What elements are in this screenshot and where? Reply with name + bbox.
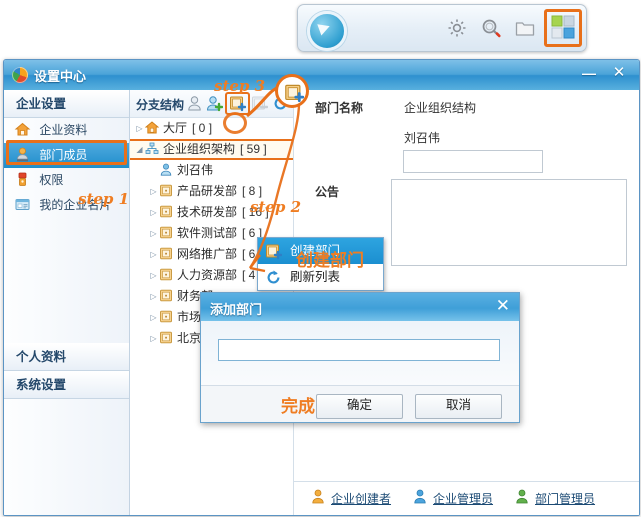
dept-icon: [159, 288, 173, 302]
dialog-close-button[interactable]: ✕: [496, 296, 510, 316]
window-titlebar: 设置中心 — ✕: [4, 60, 639, 91]
add-department-icon: [285, 84, 304, 103]
user-icon[interactable]: [186, 95, 203, 112]
tree-expander-icon[interactable]: ▷: [148, 307, 159, 328]
tree-node-label: 技术研发部: [177, 205, 238, 219]
floating-app-toolbar: [297, 4, 587, 52]
dialog-footer: 确定 取消: [201, 386, 519, 422]
add-department-dialog: 添加部门 ✕ 确定 取消: [200, 292, 520, 423]
context-menu-item-label: 刷新列表: [290, 270, 341, 284]
sidebar: 企业设置 企业资料 部门成员 权限 我的企业名片 个人资料 系统设置: [4, 90, 130, 515]
dept-owner-value: 刘召伟: [404, 131, 441, 145]
legend-label-dept-admin[interactable]: 部门管理员: [535, 490, 595, 507]
dept-name-label: 部门名称: [315, 101, 364, 115]
dept-name-value: 企业组织结构: [404, 101, 477, 115]
person-orange-icon: [312, 489, 324, 504]
notice-textarea[interactable]: [391, 179, 627, 266]
tree-panel-title: 分支结构: [136, 98, 185, 112]
tree-expander-icon[interactable]: ▷: [148, 181, 159, 202]
page-title: 设置中心: [34, 69, 87, 84]
tree-expander-icon[interactable]: ▷: [134, 118, 145, 139]
sidebar-group-header-enterprise: 企业设置: [4, 90, 129, 118]
person-blue-icon: [414, 489, 426, 504]
home-icon: [14, 121, 31, 136]
tree-node-label: 产品研发部: [177, 184, 238, 198]
dept-icon: [159, 330, 173, 344]
tree-selected-highlight: [130, 139, 293, 160]
add-department-icon: [266, 244, 282, 260]
tree-node[interactable]: 刘召伟: [130, 160, 293, 181]
grid-apps-highlight: [544, 9, 582, 47]
compass-arrow-icon: [317, 20, 332, 36]
settings-window: 设置中心 — ✕ 企业设置 企业资料 部门成员 权限 我的企业名片 个人资料 系…: [3, 59, 640, 516]
person-green-icon: [516, 489, 528, 504]
department-name-input[interactable]: [218, 339, 500, 361]
sidebar-group-header-personal[interactable]: 个人资料: [4, 343, 129, 371]
dialog-title: 添加部门: [210, 302, 263, 317]
person-icon: [159, 162, 173, 176]
dept-text-input[interactable]: [403, 150, 543, 173]
delete-department-icon: [252, 96, 268, 110]
dialog-body: [201, 321, 519, 386]
cancel-button[interactable]: 取消: [415, 394, 502, 419]
tree-expander-icon[interactable]: ▷: [148, 328, 159, 349]
annotation-create-department: 创建部门: [296, 251, 364, 271]
role-legend-bar: 企业创建者 企业管理员 部门管理员: [294, 481, 639, 515]
toolbar-icon-ring-highlight: [223, 112, 247, 134]
tree-node-count: [ 0 ]: [192, 121, 213, 135]
tree-expander-icon[interactable]: ▷: [148, 244, 159, 265]
dept-icon: [159, 309, 173, 323]
sidebar-item-label: 企业资料: [39, 123, 88, 137]
hall-icon: [144, 120, 160, 134]
legend-label-creator[interactable]: 企业创建者: [331, 490, 391, 507]
app-logo-icon: [12, 67, 28, 83]
tree-node-label: 刘召伟: [177, 163, 214, 177]
add-department-callout: [275, 74, 309, 108]
tree-expander-icon[interactable]: ▷: [148, 286, 159, 307]
legend-label-admin[interactable]: 企业管理员: [433, 490, 493, 507]
tree-node-label: 软件测试部: [177, 226, 238, 240]
annotation-done: 完成: [281, 397, 315, 417]
dept-icon: [159, 267, 173, 281]
card-icon: [14, 196, 31, 211]
close-button[interactable]: ✕: [609, 64, 629, 82]
tree-node-count: [ 8 ]: [242, 184, 263, 198]
permission-icon: [14, 171, 31, 186]
annotation-step1: step 1: [78, 190, 130, 208]
tree-expander-icon[interactable]: ▷: [148, 265, 159, 286]
tree-node-label: 网络推广部: [177, 247, 238, 261]
dept-icon: [159, 246, 173, 260]
add-user-icon[interactable]: [206, 95, 223, 112]
confirm-button[interactable]: 确定: [316, 394, 403, 419]
search-icon[interactable]: [480, 17, 502, 39]
dialog-titlebar: 添加部门 ✕: [201, 293, 519, 321]
dept-icon: [159, 204, 173, 218]
tree-node-label: 大厅: [163, 121, 188, 135]
tree-toolbar: 分支结构: [130, 90, 293, 118]
notice-label: 公告: [315, 185, 340, 199]
sidebar-item-label: 权限: [39, 173, 64, 187]
tree-node-label: 人力资源部: [177, 268, 238, 282]
minimize-button[interactable]: —: [579, 64, 599, 82]
compass-logo[interactable]: [307, 11, 347, 51]
tree-node[interactable]: ▷ 大厅 [ 0 ]: [130, 118, 293, 139]
refresh-icon: [267, 270, 280, 284]
tree-expander-icon[interactable]: ▷: [148, 202, 159, 223]
annotation-step3: step 3: [214, 77, 266, 95]
gear-icon[interactable]: [446, 17, 468, 39]
sidebar-group-header-system[interactable]: 系统设置: [4, 371, 129, 399]
tree-expander-icon[interactable]: ▷: [148, 223, 159, 244]
annotation-step2: step 2: [250, 198, 302, 216]
dept-icon: [159, 225, 173, 239]
folder-icon[interactable]: [514, 17, 536, 39]
sidebar-selection-highlight: [6, 140, 127, 165]
dept-icon: [159, 183, 173, 197]
